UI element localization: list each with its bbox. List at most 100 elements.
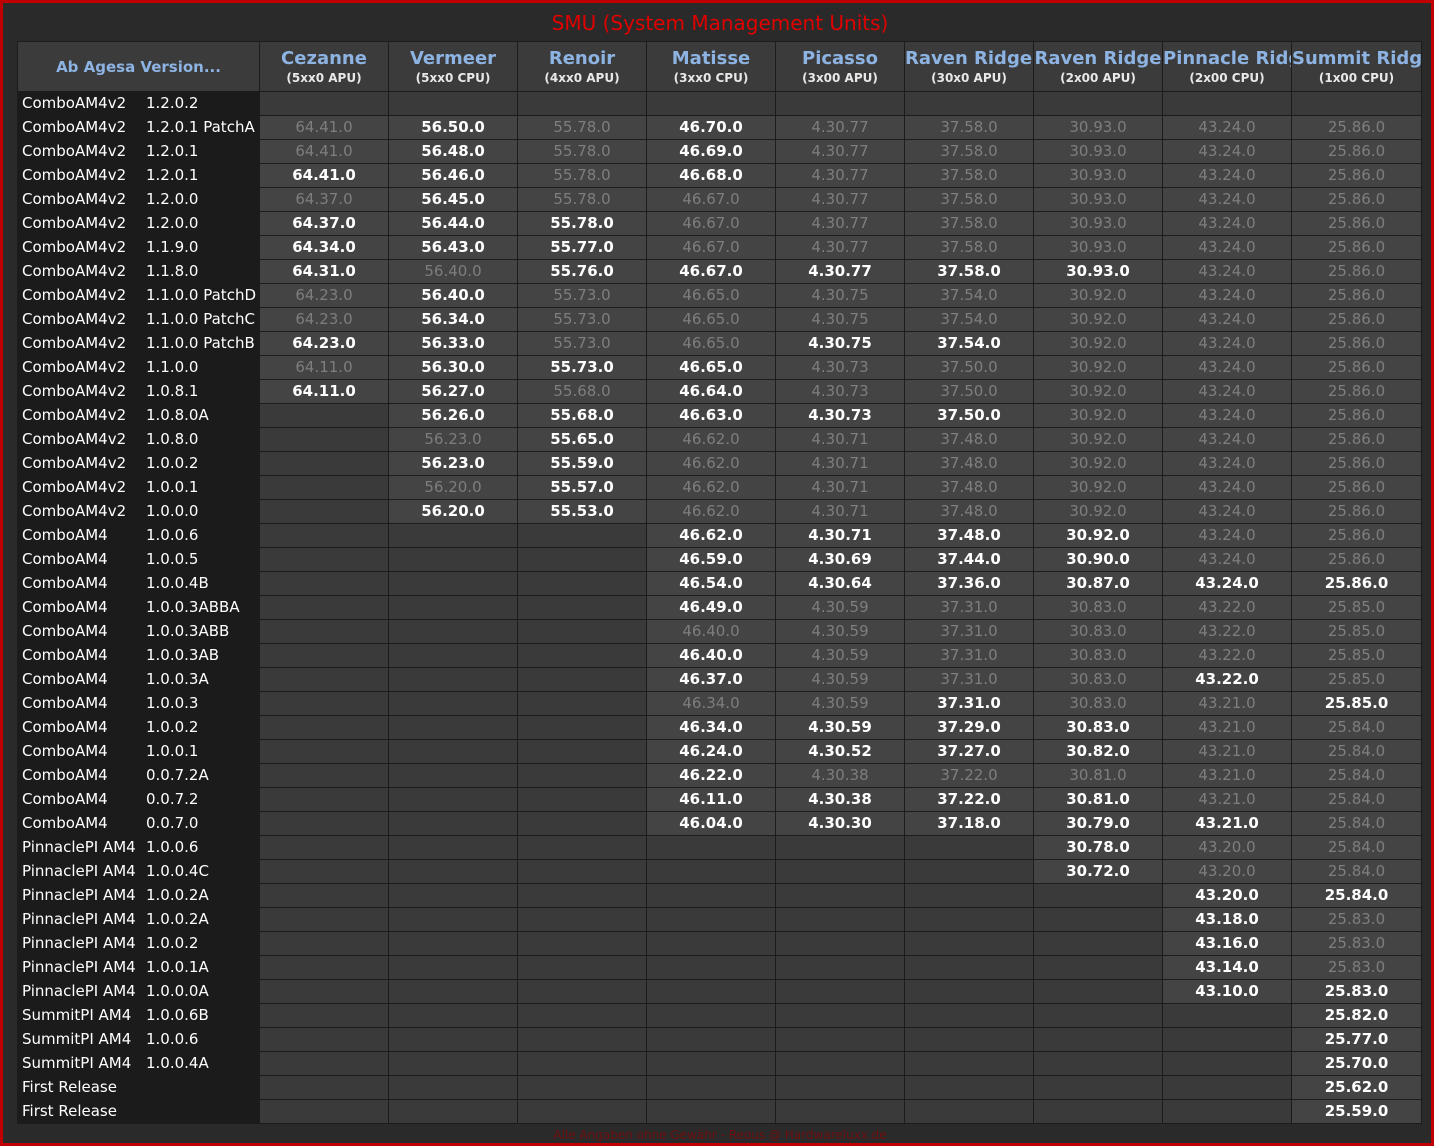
smu-value-carried: 56.40.0 — [388, 259, 518, 284]
smu-value-carried: 25.84.0 — [1291, 811, 1422, 836]
agesa-package: ComboAM4v2 — [22, 502, 127, 520]
empty-cell — [1033, 1051, 1163, 1076]
table-row: SummitPI AM4 1.0.0.6B 25.82.0 — [17, 1003, 1422, 1028]
empty-cell — [1162, 1075, 1292, 1100]
smu-value-new: 46.22.0 — [646, 763, 776, 788]
smu-value-new: 56.43.0 — [388, 235, 518, 260]
smu-value-carried: 25.85.0 — [1291, 619, 1422, 644]
table-row: SummitPI AM4 1.0.0.6 25.77.0 — [17, 1027, 1422, 1052]
empty-cell — [259, 931, 389, 956]
smu-value-carried: 43.24.0 — [1162, 115, 1292, 140]
agesa-version: 1.2.0.1 — [146, 166, 199, 184]
smu-value-new: 37.18.0 — [904, 811, 1034, 836]
smu-value-carried: 55.73.0 — [517, 307, 647, 332]
smu-value-new: 4.30.52 — [775, 739, 905, 764]
empty-cell — [775, 91, 905, 116]
agesa-version: 1.0.0.4C — [146, 862, 209, 880]
smu-value-carried: 25.85.0 — [1291, 643, 1422, 668]
empty-cell — [259, 547, 389, 572]
smu-value-carried: 30.92.0 — [1033, 307, 1163, 332]
agesa-version: 1.0.0.2 — [146, 454, 199, 472]
agesa-version: 1.2.0.2 — [146, 94, 199, 112]
table-row: ComboAM4v2 1.2.0.0 64.37.0 56.45.0 55.78.0 46… — [17, 187, 1422, 212]
smu-value-carried: 4.30.71 — [775, 475, 905, 500]
empty-cell — [259, 667, 389, 692]
column-name: Picasso — [802, 47, 878, 69]
empty-cell — [775, 1099, 905, 1124]
smu-value-carried: 43.24.0 — [1162, 187, 1292, 212]
agesa-version: 1.0.0.6B — [146, 1006, 209, 1024]
smu-value-carried: 37.54.0 — [904, 307, 1034, 332]
smu-value-carried: 64.41.0 — [259, 139, 389, 164]
smu-value-carried: 25.86.0 — [1291, 547, 1422, 572]
empty-cell — [904, 859, 1034, 884]
agesa-package: PinnaclePI AM4 — [22, 958, 136, 976]
smu-value-new: 25.84.0 — [1291, 883, 1422, 908]
smu-value-new: 55.59.0 — [517, 451, 647, 476]
smu-value-carried: 30.93.0 — [1033, 163, 1163, 188]
smu-value-carried: 64.23.0 — [259, 307, 389, 332]
agesa-version-cell: ComboAM4 1.0.0.3AB — [17, 643, 260, 668]
empty-cell — [517, 547, 647, 572]
empty-cell — [1033, 1003, 1163, 1028]
agesa-package: ComboAM4v2 — [22, 310, 127, 328]
agesa-version-cell: PinnaclePI AM4 1.0.0.2A — [17, 907, 260, 932]
smu-value-new: 30.83.0 — [1033, 715, 1163, 740]
empty-cell — [259, 475, 389, 500]
empty-cell — [388, 787, 518, 812]
empty-cell — [259, 1003, 389, 1028]
smu-value-new: 25.86.0 — [1291, 571, 1422, 596]
empty-cell — [517, 595, 647, 620]
smu-value-new: 46.69.0 — [646, 139, 776, 164]
smu-value-new: 4.30.75 — [775, 331, 905, 356]
agesa-package: ComboAM4v2 — [22, 430, 127, 448]
agesa-package: ComboAM4 — [22, 790, 108, 808]
agesa-package: ComboAM4v2 — [22, 478, 127, 496]
empty-cell — [388, 1099, 518, 1124]
smu-value-carried: 55.68.0 — [517, 379, 647, 404]
agesa-version-cell: ComboAM4v2 1.1.0.0 PatchC — [17, 307, 260, 332]
empty-cell — [775, 835, 905, 860]
smu-value-new: 37.58.0 — [904, 259, 1034, 284]
agesa-package: ComboAM4 — [22, 718, 108, 736]
empty-cell — [388, 691, 518, 716]
smu-value-carried: 64.23.0 — [259, 283, 389, 308]
agesa-version-cell: ComboAM4v2 1.2.0.1 PatchA — [17, 115, 260, 140]
smu-value-carried: 4.30.77 — [775, 211, 905, 236]
column-name: Raven Ridge — [1034, 47, 1162, 69]
agesa-version: 1.0.0.4A — [146, 1054, 209, 1072]
empty-cell — [517, 643, 647, 668]
agesa-package: ComboAM4 — [22, 646, 108, 664]
agesa-version: 1.0.0.4B — [146, 574, 209, 592]
agesa-version: 0.0.7.2 — [146, 790, 199, 808]
smu-value-new: 56.20.0 — [388, 499, 518, 524]
smu-value-carried: 25.86.0 — [1291, 259, 1422, 284]
agesa-package: ComboAM4v2 — [22, 118, 127, 136]
page-title: SMU (System Management Units) — [551, 11, 889, 35]
agesa-version-header: Ab Agesa Version... — [17, 41, 260, 92]
empty-cell — [388, 547, 518, 572]
smu-value-new: 25.77.0 — [1291, 1027, 1422, 1052]
empty-cell — [388, 1075, 518, 1100]
agesa-package: ComboAM4 — [22, 814, 108, 832]
smu-value-new: 43.24.0 — [1162, 571, 1292, 596]
smu-value-carried: 30.92.0 — [1033, 403, 1163, 428]
smu-value-new: 30.92.0 — [1033, 523, 1163, 548]
agesa-version: 1.0.0.2A — [146, 886, 209, 904]
empty-cell — [517, 955, 647, 980]
empty-cell — [1033, 91, 1163, 116]
smu-value-new: 56.26.0 — [388, 403, 518, 428]
smu-value-new: 64.23.0 — [259, 331, 389, 356]
agesa-package: SummitPI AM4 — [22, 1054, 132, 1072]
smu-value-carried: 46.34.0 — [646, 691, 776, 716]
smu-value-carried: 4.30.75 — [775, 283, 905, 308]
smu-value-new: 46.37.0 — [646, 667, 776, 692]
agesa-package: ComboAM4 — [22, 622, 108, 640]
column-subtitle: (5xx0 CPU) — [415, 70, 491, 85]
agesa-version: 1.0.0.3 — [146, 694, 199, 712]
smu-value-new: 56.50.0 — [388, 115, 518, 140]
smu-value-new: 30.93.0 — [1033, 259, 1163, 284]
agesa-package: ComboAM4v2 — [22, 190, 127, 208]
smu-value-carried: 25.86.0 — [1291, 379, 1422, 404]
empty-cell — [259, 619, 389, 644]
